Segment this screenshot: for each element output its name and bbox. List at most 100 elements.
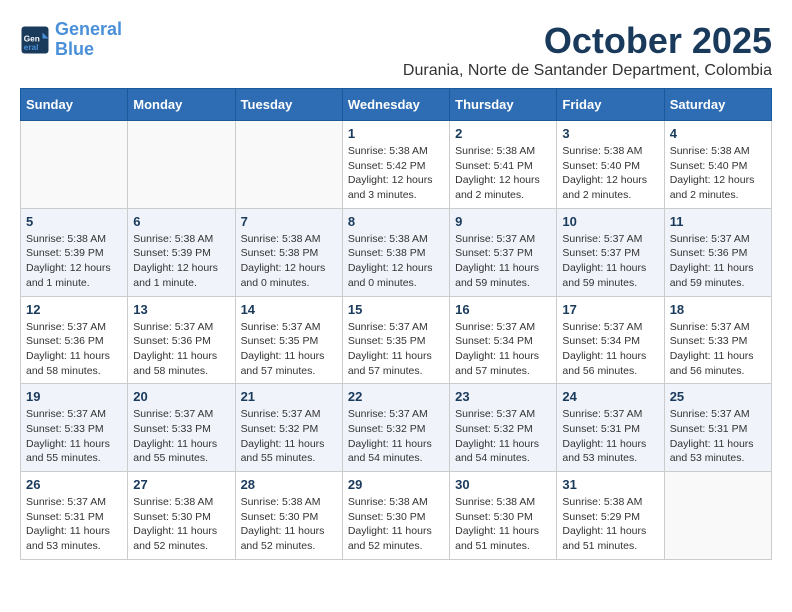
day-cell: 30Sunrise: 5:38 AM Sunset: 5:30 PM Dayli… xyxy=(450,472,557,560)
weekday-header-tuesday: Tuesday xyxy=(235,89,342,121)
day-cell: 22 Sunrise: 5:37 AM Sunset: 5:32 PM Dayli… xyxy=(342,384,449,472)
week-row-5: 26Sunrise: 5:37 AM Sunset: 5:31 PM Dayli… xyxy=(21,472,772,560)
day-info: Sunrise: 5:37 AM Sunset: 5:35 PM Dayligh… xyxy=(348,320,444,379)
day-cell: 2 Sunrise: 5:38 AM Sunset: 5:41 PM Daylig… xyxy=(450,121,557,209)
day-cell: 20 Sunrise: 5:37 AM Sunset: 5:33 PM Dayli… xyxy=(128,384,235,472)
day-info: Sunrise: 5:38 AM Sunset: 5:41 PM Dayligh… xyxy=(455,144,551,203)
day-info: Sunrise: 5:37 AM Sunset: 5:34 PM Dayligh… xyxy=(455,320,551,379)
week-row-3: 12 Sunrise: 5:37 AM Sunset: 5:36 PM Dayli… xyxy=(21,296,772,384)
day-info: Sunrise: 5:37 AM Sunset: 5:35 PM Dayligh… xyxy=(241,320,337,379)
day-cell xyxy=(21,121,128,209)
svg-text:eral: eral xyxy=(24,43,39,52)
day-number: 27 xyxy=(133,477,229,492)
day-number: 8 xyxy=(348,214,444,229)
day-info: Sunrise: 5:38 AM Sunset: 5:30 PM Dayligh… xyxy=(348,495,444,554)
logo-line2: Blue xyxy=(55,39,94,59)
day-info: Sunrise: 5:38 AM Sunset: 5:30 PM Dayligh… xyxy=(455,495,551,554)
weekday-header-saturday: Saturday xyxy=(664,89,771,121)
day-cell: 12 Sunrise: 5:37 AM Sunset: 5:36 PM Dayli… xyxy=(21,296,128,384)
day-cell: 11 Sunrise: 5:37 AM Sunset: 5:36 PM Dayli… xyxy=(664,208,771,296)
logo: Gen eral General Blue xyxy=(20,20,122,60)
day-number: 23 xyxy=(455,389,551,404)
day-cell: 21Sunrise: 5:37 AM Sunset: 5:32 PM Dayli… xyxy=(235,384,342,472)
day-number: 21 xyxy=(241,389,337,404)
day-cell: 15 Sunrise: 5:37 AM Sunset: 5:35 PM Dayli… xyxy=(342,296,449,384)
day-info: Sunrise: 5:37 AM Sunset: 5:33 PM Dayligh… xyxy=(670,320,766,379)
day-cell: 19 Sunrise: 5:37 AM Sunset: 5:33 PM Dayli… xyxy=(21,384,128,472)
day-info: Sunrise: 5:37 AM Sunset: 5:31 PM Dayligh… xyxy=(562,407,658,466)
day-cell: 1 Sunrise: 5:38 AM Sunset: 5:42 PM Daylig… xyxy=(342,121,449,209)
day-cell: 3Sunrise: 5:38 AM Sunset: 5:40 PM Daylig… xyxy=(557,121,664,209)
day-cell: 25Sunrise: 5:37 AM Sunset: 5:31 PM Dayli… xyxy=(664,384,771,472)
day-cell: 23Sunrise: 5:37 AM Sunset: 5:32 PM Dayli… xyxy=(450,384,557,472)
day-number: 7 xyxy=(241,214,337,229)
day-cell: 27 Sunrise: 5:38 AM Sunset: 5:30 PM Dayli… xyxy=(128,472,235,560)
day-cell: 4 Sunrise: 5:38 AM Sunset: 5:40 PM Daylig… xyxy=(664,121,771,209)
day-cell: 8 Sunrise: 5:38 AM Sunset: 5:38 PM Daylig… xyxy=(342,208,449,296)
day-cell: 26Sunrise: 5:37 AM Sunset: 5:31 PM Dayli… xyxy=(21,472,128,560)
day-number: 15 xyxy=(348,302,444,317)
day-number: 17 xyxy=(562,302,658,317)
day-number: 2 xyxy=(455,126,551,141)
day-number: 26 xyxy=(26,477,122,492)
title-section: October 2025 Durania, Norte de Santander… xyxy=(122,20,772,80)
day-number: 1 xyxy=(348,126,444,141)
day-cell: 10 Sunrise: 5:37 AM Sunset: 5:37 PM Dayli… xyxy=(557,208,664,296)
day-number: 16 xyxy=(455,302,551,317)
day-cell: 9Sunrise: 5:37 AM Sunset: 5:37 PM Daylig… xyxy=(450,208,557,296)
day-number: 14 xyxy=(241,302,337,317)
day-cell: 7 Sunrise: 5:38 AM Sunset: 5:38 PM Daylig… xyxy=(235,208,342,296)
day-info: Sunrise: 5:38 AM Sunset: 5:40 PM Dayligh… xyxy=(562,144,658,203)
day-number: 19 xyxy=(26,389,122,404)
day-info: Sunrise: 5:38 AM Sunset: 5:30 PM Dayligh… xyxy=(133,495,229,554)
day-number: 31 xyxy=(562,477,658,492)
day-info: Sunrise: 5:37 AM Sunset: 5:36 PM Dayligh… xyxy=(26,320,122,379)
calendar: SundayMondayTuesdayWednesdayThursdayFrid… xyxy=(20,88,772,560)
location-title: Durania, Norte de Santander Department, … xyxy=(122,62,772,80)
day-number: 11 xyxy=(670,214,766,229)
day-info: Sunrise: 5:38 AM Sunset: 5:40 PM Dayligh… xyxy=(670,144,766,203)
day-cell: 16 Sunrise: 5:37 AM Sunset: 5:34 PM Dayli… xyxy=(450,296,557,384)
day-info: Sunrise: 5:37 AM Sunset: 5:36 PM Dayligh… xyxy=(670,232,766,291)
day-info: Sunrise: 5:37 AM Sunset: 5:32 PM Dayligh… xyxy=(348,407,444,466)
day-cell: 28Sunrise: 5:38 AM Sunset: 5:30 PM Dayli… xyxy=(235,472,342,560)
day-cell: 29 Sunrise: 5:38 AM Sunset: 5:30 PM Dayli… xyxy=(342,472,449,560)
day-info: Sunrise: 5:38 AM Sunset: 5:38 PM Dayligh… xyxy=(348,232,444,291)
day-info: Sunrise: 5:38 AM Sunset: 5:38 PM Dayligh… xyxy=(241,232,337,291)
week-row-2: 5 Sunrise: 5:38 AM Sunset: 5:39 PM Daylig… xyxy=(21,208,772,296)
day-number: 18 xyxy=(670,302,766,317)
weekday-header-row: SundayMondayTuesdayWednesdayThursdayFrid… xyxy=(21,89,772,121)
day-info: Sunrise: 5:37 AM Sunset: 5:33 PM Dayligh… xyxy=(133,407,229,466)
day-number: 13 xyxy=(133,302,229,317)
day-cell: 31 Sunrise: 5:38 AM Sunset: 5:29 PM Dayli… xyxy=(557,472,664,560)
day-number: 4 xyxy=(670,126,766,141)
day-info: Sunrise: 5:37 AM Sunset: 5:36 PM Dayligh… xyxy=(133,320,229,379)
day-cell: 14 Sunrise: 5:37 AM Sunset: 5:35 PM Dayli… xyxy=(235,296,342,384)
logo-line1: General xyxy=(55,19,122,39)
day-number: 5 xyxy=(26,214,122,229)
day-number: 10 xyxy=(562,214,658,229)
day-cell xyxy=(235,121,342,209)
day-cell: 17Sunrise: 5:37 AM Sunset: 5:34 PM Dayli… xyxy=(557,296,664,384)
day-info: Sunrise: 5:37 AM Sunset: 5:37 PM Dayligh… xyxy=(562,232,658,291)
day-info: Sunrise: 5:37 AM Sunset: 5:33 PM Dayligh… xyxy=(26,407,122,466)
day-cell: 6Sunrise: 5:38 AM Sunset: 5:39 PM Daylig… xyxy=(128,208,235,296)
day-cell: 24Sunrise: 5:37 AM Sunset: 5:31 PM Dayli… xyxy=(557,384,664,472)
day-cell: 18 Sunrise: 5:37 AM Sunset: 5:33 PM Dayli… xyxy=(664,296,771,384)
day-number: 20 xyxy=(133,389,229,404)
day-info: Sunrise: 5:38 AM Sunset: 5:39 PM Dayligh… xyxy=(26,232,122,291)
logo-icon: Gen eral xyxy=(20,25,50,55)
day-number: 29 xyxy=(348,477,444,492)
day-number: 12 xyxy=(26,302,122,317)
week-row-1: 1 Sunrise: 5:38 AM Sunset: 5:42 PM Daylig… xyxy=(21,121,772,209)
weekday-header-monday: Monday xyxy=(128,89,235,121)
day-number: 25 xyxy=(670,389,766,404)
day-info: Sunrise: 5:38 AM Sunset: 5:30 PM Dayligh… xyxy=(241,495,337,554)
day-number: 22 xyxy=(348,389,444,404)
weekday-header-wednesday: Wednesday xyxy=(342,89,449,121)
day-cell: 13 Sunrise: 5:37 AM Sunset: 5:36 PM Dayli… xyxy=(128,296,235,384)
day-info: Sunrise: 5:38 AM Sunset: 5:42 PM Dayligh… xyxy=(348,144,444,203)
weekday-header-thursday: Thursday xyxy=(450,89,557,121)
day-number: 9 xyxy=(455,214,551,229)
day-info: Sunrise: 5:38 AM Sunset: 5:29 PM Dayligh… xyxy=(562,495,658,554)
